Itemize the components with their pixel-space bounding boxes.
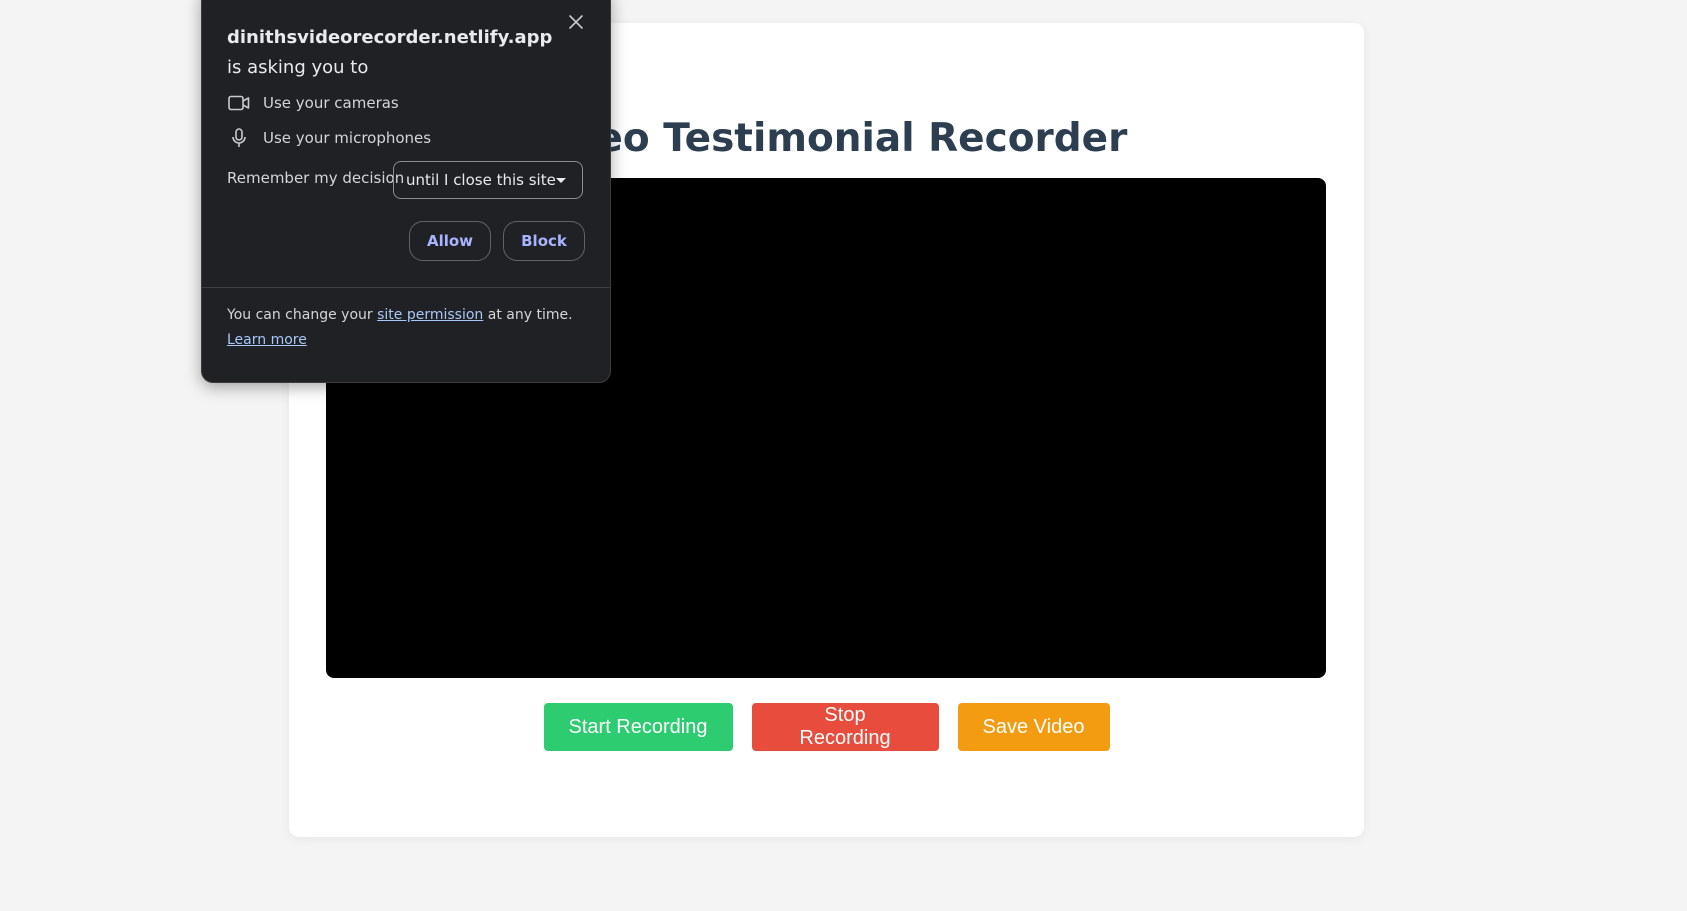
page: Video Testimonial Recorder Start Recordi…	[0, 0, 1687, 911]
popup-divider	[202, 287, 610, 288]
remember-decision-select[interactable]: until I close this site	[393, 161, 583, 199]
microphone-icon	[227, 126, 251, 150]
recording-controls: Start Recording Stop Recording Save Vide…	[289, 703, 1364, 751]
camera-icon	[227, 91, 251, 115]
footer-prefix: You can change your	[227, 307, 373, 323]
permission-microphone-label: Use your microphones	[263, 129, 432, 147]
stop-recording-button[interactable]: Stop Recording	[751, 703, 939, 751]
permission-popup: dinithsvideorecorder.netlify.app is aski…	[201, 0, 611, 383]
block-button[interactable]: Block	[503, 221, 585, 261]
remember-decision-label: Remember my decision	[227, 169, 405, 187]
footer-suffix: at any time.	[487, 307, 573, 323]
popup-footer: You can change your site permission at a…	[227, 303, 587, 353]
permission-microphone: Use your microphones	[227, 126, 431, 150]
remember-decision-value: until I close this site	[406, 171, 556, 189]
dropdown-caret-icon	[556, 178, 566, 183]
permission-camera-label: Use your cameras	[263, 94, 399, 112]
popup-header: dinithsvideorecorder.netlify.app is aski…	[227, 23, 552, 83]
popup-site-name: dinithsvideorecorder.netlify.app	[227, 27, 553, 48]
popup-asking-text: is asking you to	[227, 57, 369, 78]
allow-button[interactable]: Allow	[409, 221, 491, 261]
site-permission-link[interactable]: site permission	[377, 307, 483, 323]
close-icon	[569, 15, 583, 29]
start-recording-button[interactable]: Start Recording	[543, 703, 733, 751]
permission-camera: Use your cameras	[227, 91, 399, 115]
learn-more-link[interactable]: Learn more	[227, 332, 307, 348]
close-button[interactable]	[563, 9, 589, 35]
save-video-button[interactable]: Save Video	[957, 703, 1110, 751]
